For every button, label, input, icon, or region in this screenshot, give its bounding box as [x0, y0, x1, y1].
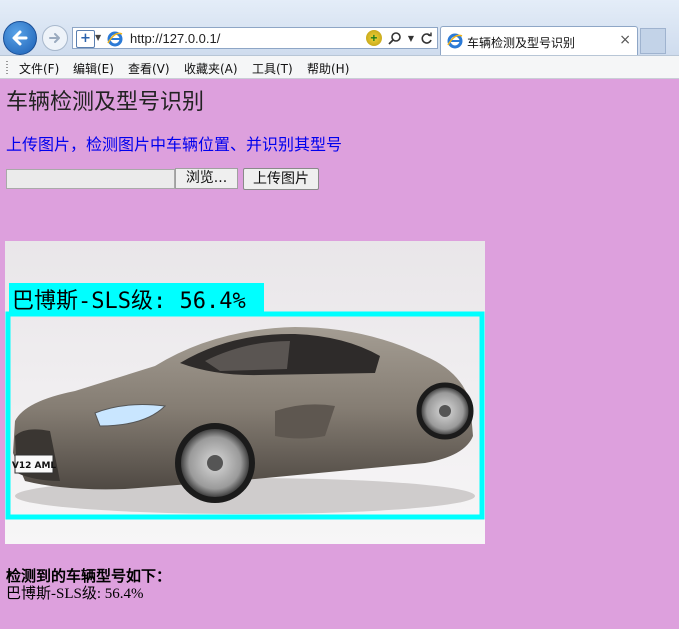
page-subtitle: 上传图片，检测图片中车辆位置、并识别其型号 [6, 135, 343, 154]
url-text[interactable]: http://127.0.0.1/ [130, 31, 220, 46]
license-plate: V12 AML [12, 461, 57, 471]
menu-edit[interactable]: 编辑(E) [73, 60, 114, 77]
menu-bar: 文件(F) 编辑(E) 查看(V) 收藏夹(A) 工具(T) 帮助(H) [0, 55, 679, 79]
file-path-field[interactable] [6, 169, 175, 189]
page-content: 车辆检测及型号识别 上传图片，检测图片中车辆位置、并识别其型号 浏览... 上传… [0, 79, 679, 629]
toolbar-grip [6, 61, 8, 75]
browser-chrome: + ▼ http://127.0.0.1/ + ▼ 车辆检测及型号识别 × [0, 0, 679, 55]
compat-view-icon[interactable]: + [76, 30, 95, 48]
menu-help[interactable]: 帮助(H) [307, 60, 349, 77]
search-dropdown-icon[interactable]: ▼ [408, 34, 414, 43]
address-bar[interactable]: + ▼ http://127.0.0.1/ + ▼ [72, 27, 438, 49]
back-button[interactable] [3, 21, 37, 55]
forward-button[interactable] [42, 25, 68, 51]
detection-label: 巴博斯-SLS级: 56.4% [12, 289, 246, 314]
detection-result-image: V12 AML 巴博斯-SLS级: 56.4% [5, 241, 485, 544]
search-icon[interactable] [388, 31, 402, 45]
forward-arrow-icon [49, 33, 60, 43]
menu-view[interactable]: 查看(V) [128, 60, 170, 77]
ie-logo-icon [107, 31, 123, 47]
browse-button[interactable]: 浏览... [175, 168, 238, 189]
tab-active[interactable]: 车辆检测及型号识别 × [440, 26, 638, 55]
page-title: 车辆检测及型号识别 [6, 90, 205, 115]
status-ok-icon: + [365, 30, 382, 46]
back-arrow-icon [12, 30, 28, 46]
menu-file[interactable]: 文件(F) [19, 60, 59, 77]
close-icon[interactable]: × [619, 32, 631, 48]
new-tab-button[interactable] [640, 28, 666, 54]
chevron-down-icon[interactable]: ▼ [95, 33, 101, 42]
tab-title: 车辆检测及型号识别 [467, 36, 576, 50]
menu-tools[interactable]: 工具(T) [252, 60, 293, 77]
menu-favorites[interactable]: 收藏夹(A) [184, 60, 238, 77]
ie-logo-icon [447, 33, 463, 49]
refresh-icon[interactable] [420, 32, 433, 45]
upload-button[interactable]: 上传图片 [243, 168, 319, 190]
result-item: 巴博斯-SLS级: 56.4% [6, 586, 144, 602]
